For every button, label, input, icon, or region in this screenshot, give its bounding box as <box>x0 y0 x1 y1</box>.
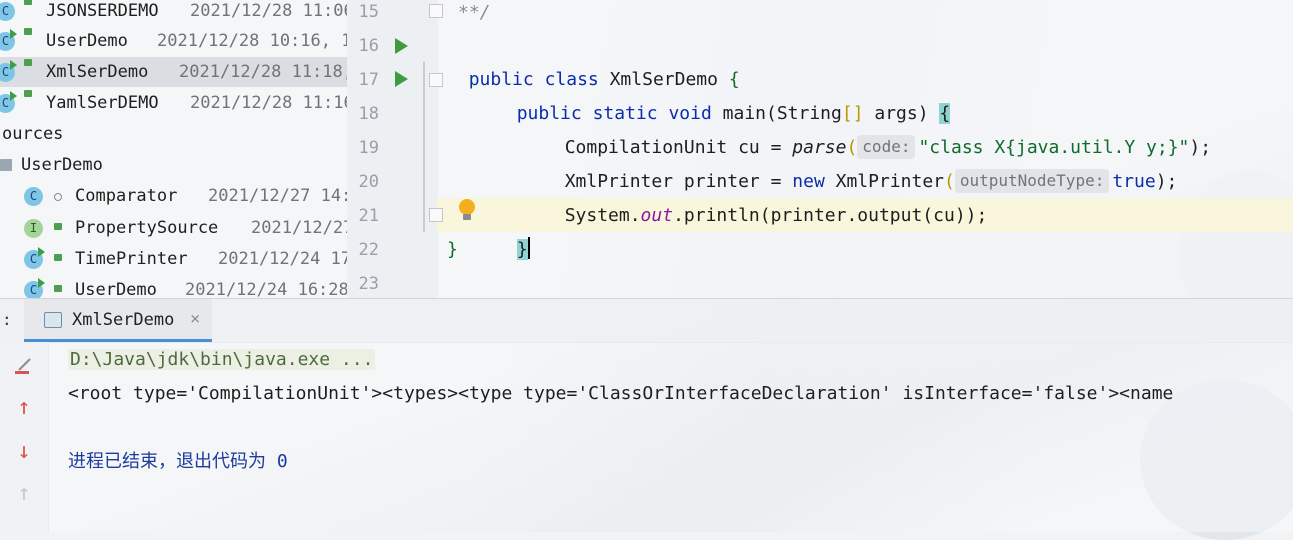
line-number: 23 <box>358 274 379 294</box>
line-number: 21 <box>358 206 379 226</box>
tree-item-name: ources <box>2 124 64 144</box>
fold-icon[interactable] <box>429 208 443 222</box>
tree-item-userdemo[interactable]: C UserDemo 2021/12/28 10:16, 1 <box>0 26 347 56</box>
project-tree: C JSONSERDEMO 2021/12/28 11:06 C UserDem… <box>0 0 347 298</box>
tree-item-date: 2021/12/24 17 <box>218 249 347 269</box>
lock-icon <box>24 59 32 66</box>
code-line-19: XmlPrinter printer = new XmlPrinter(outp… <box>543 131 1177 193</box>
tab-xmlserdemo[interactable]: XmlSerDemo × <box>24 299 212 342</box>
wrench-svg <box>15 358 31 374</box>
tree-item-sources[interactable]: ources <box>0 119 347 149</box>
run-toolbar: ↑ ↓ ↑ <box>0 342 49 532</box>
tree-item-name: PropertySource <box>75 218 219 238</box>
run-badge-icon <box>10 91 17 101</box>
code-line-18: CompilationUnit cu = parse(code: "class X… <box>543 97 1211 159</box>
console-exit-line: 进程已结束，退出代码为 0 <box>68 451 288 472</box>
class-icon: C <box>0 2 15 21</box>
tree-item-userdemo-folder[interactable]: UserDemo <box>0 150 347 180</box>
class-icon: C <box>24 187 43 206</box>
tree-item-date: 2021/12/28 11:06 <box>190 1 347 21</box>
tree-item-xmlserdemo[interactable]: C XmlSerDemo 2021/12/28 11:18, <box>0 57 347 87</box>
lock-icon <box>24 0 32 5</box>
tree-item-date: 2021/12/24 16:28 <box>185 280 347 298</box>
run-class-icon[interactable] <box>395 38 408 54</box>
tree-item-name: UserDemo <box>21 155 103 175</box>
tree-item-date: 2021/12/27 <box>251 218 347 238</box>
close-icon[interactable]: × <box>190 309 200 329</box>
tree-item-jsonserdemo[interactable]: C JSONSERDEMO 2021/12/28 11:06 <box>0 0 347 26</box>
console-command-line: D:\Java\jdk\bin\java.exe ... <box>68 345 376 375</box>
wrench-icon[interactable] <box>12 354 36 378</box>
scroll-top-icon[interactable]: ↑ <box>12 482 36 506</box>
tree-item-date: 2021/12/28 11:18, <box>179 62 347 82</box>
code-text: ); <box>1189 137 1212 158</box>
tree-item-yamlserdemo[interactable]: C YamlSerDEMO 2021/12/28 11:16 <box>0 88 347 118</box>
line-number: 18 <box>358 104 379 124</box>
lock-icon <box>54 223 62 230</box>
indent-guide <box>423 62 425 232</box>
line-number: 15 <box>358 2 379 22</box>
run-badge-icon <box>38 278 45 288</box>
tree-item-userdemo-2[interactable]: C UserDemo 2021/12/24 16:28 <box>0 275 347 298</box>
run-tool-header: : XmlSerDemo × <box>0 298 1293 343</box>
code-line-21: } <box>495 199 530 260</box>
line-number: 22 <box>358 240 379 260</box>
code-text: ); <box>1155 171 1178 192</box>
code-line-15: **/ <box>458 2 491 23</box>
lightbulb-icon[interactable] <box>459 199 475 215</box>
command-text: D:\Java\jdk\bin\java.exe ... <box>68 349 376 370</box>
tree-item-name: UserDemo <box>46 31 128 51</box>
tree-item-timeprinter[interactable]: C TimePrinter 2021/12/24 17 <box>0 244 347 274</box>
tree-item-date: 2021/12/28 11:16 <box>190 93 347 113</box>
code-text: System. <box>564 205 641 226</box>
code-line-22: } <box>447 239 458 260</box>
code-line-20: System.out.println(printer.output(cu)); <box>543 165 988 226</box>
fold-icon[interactable] <box>429 4 443 18</box>
fold-icon[interactable] <box>429 73 443 87</box>
tree-item-name: YamlSerDEMO <box>46 93 159 113</box>
static-field: out <box>640 205 674 226</box>
tree-item-name: TimePrinter <box>75 249 188 269</box>
tree-item-name: JSONSERDEMO <box>46 1 159 21</box>
code-text: .println(printer.output(cu)); <box>673 205 988 226</box>
code-line-17: public static void main(String[] args) { <box>495 63 951 124</box>
tree-item-propertysource[interactable]: I PropertySource 2021/12/27 <box>0 213 347 243</box>
lock-icon <box>24 28 32 35</box>
arrow-down-icon[interactable]: ↓ <box>12 440 36 464</box>
tree-item-name: UserDemo <box>75 280 157 298</box>
run-main-icon[interactable] <box>395 71 408 87</box>
lock-icon <box>54 285 62 292</box>
line-number: 20 <box>358 172 379 192</box>
package-private-icon <box>54 193 62 201</box>
tab-label: XmlSerDemo <box>72 310 175 330</box>
tree-item-name: Comparator <box>75 186 178 206</box>
tree-item-name: XmlSerDemo <box>46 62 149 82</box>
line-number: 16 <box>358 36 379 56</box>
tree-item-date: 2021/12/27 14: <box>208 186 347 206</box>
run-badge-icon <box>10 60 17 70</box>
code-line-16: public class XmlSerDemo { <box>447 29 740 90</box>
arrow-up-icon[interactable]: ↑ <box>12 396 36 420</box>
lock-icon <box>24 90 32 97</box>
keyword: true <box>1112 171 1156 192</box>
brace: } <box>516 239 528 260</box>
folder-icon <box>0 159 12 171</box>
run-window-label: : <box>2 310 12 329</box>
interface-icon: I <box>24 219 43 238</box>
tree-item-date: 2021/12/28 10:16, 1 <box>157 31 347 51</box>
console-icon <box>44 312 62 328</box>
run-badge-icon <box>10 29 17 39</box>
line-number: 19 <box>358 138 379 158</box>
lock-icon <box>54 254 62 261</box>
line-number: 17 <box>358 70 379 90</box>
text-caret <box>527 237 530 259</box>
console-result-line: <root type='CompilationUnit'><types><typ… <box>68 383 1174 404</box>
lightbulb-base <box>463 214 471 220</box>
run-badge-icon <box>38 247 45 257</box>
tree-item-comparator[interactable]: C Comparator 2021/12/27 14: <box>0 181 347 211</box>
